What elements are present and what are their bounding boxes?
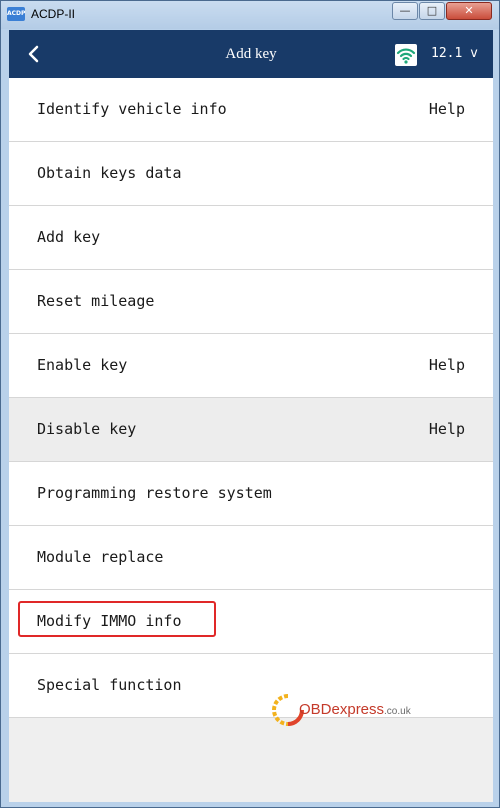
menu-item-label: Module replace — [37, 548, 164, 566]
help-link[interactable]: Help — [429, 100, 465, 118]
voltage-readout: 12.1 v — [431, 46, 478, 61]
menu-item-label: Enable key — [37, 356, 128, 374]
menu-item-programming-restore-system[interactable]: Programming restore system — [9, 462, 493, 526]
menu-item-label: Add key — [37, 228, 101, 246]
close-button[interactable]: ✕ — [446, 2, 492, 20]
menu-item-identify-vehicle-info[interactable]: Identify vehicle info Help — [9, 78, 493, 142]
menu-item-label: Programming restore system — [37, 484, 272, 502]
window-titlebar[interactable]: ACDP ACDP-II — □ ✕ — [1, 1, 499, 29]
menu-item-obtain-keys-data[interactable]: Obtain keys data — [9, 142, 493, 206]
menu-item-label: Obtain keys data — [37, 164, 182, 182]
watermark-text: OBDexpress.co.uk — [299, 701, 411, 718]
maximize-button[interactable]: □ — [419, 2, 445, 20]
menu-item-label: Reset mileage — [37, 292, 155, 310]
page-title: Add key — [225, 46, 277, 62]
watermark-logo: OBDexpress.co.uk — [271, 690, 431, 730]
help-link[interactable]: Help — [429, 356, 465, 374]
help-link[interactable]: Help — [429, 420, 465, 438]
menu-item-modify-immo-info[interactable]: Modify IMMO info — [9, 590, 493, 654]
watermark-tld: .co.uk — [384, 706, 411, 717]
window-title: ACDP-II — [31, 7, 76, 21]
menu-item-reset-mileage[interactable]: Reset mileage — [9, 270, 493, 334]
menu-item-add-key[interactable]: Add key — [9, 206, 493, 270]
watermark-brand: OBDexpress — [299, 701, 385, 718]
function-menu: Identify vehicle info Help Obtain keys d… — [9, 78, 493, 718]
header-bar: Add key 12.1 v — [9, 30, 493, 78]
menu-item-enable-key[interactable]: Enable key Help — [9, 334, 493, 398]
minimize-button[interactable]: — — [392, 2, 418, 20]
menu-item-label: Special function — [37, 676, 182, 694]
menu-item-label: Modify IMMO info — [37, 612, 182, 630]
app-icon: ACDP — [7, 7, 25, 21]
app-window: ACDP ACDP-II — □ ✕ Add key 12.1 v Identi… — [0, 0, 500, 808]
menu-item-label: Disable key — [37, 420, 137, 438]
menu-item-disable-key[interactable]: Disable key Help — [9, 398, 493, 462]
menu-item-label: Identify vehicle info — [37, 100, 227, 118]
menu-item-module-replace[interactable]: Module replace — [9, 526, 493, 590]
wifi-icon — [395, 44, 417, 66]
app-client-area: Add key 12.1 v Identify vehicle info Hel… — [9, 30, 493, 802]
